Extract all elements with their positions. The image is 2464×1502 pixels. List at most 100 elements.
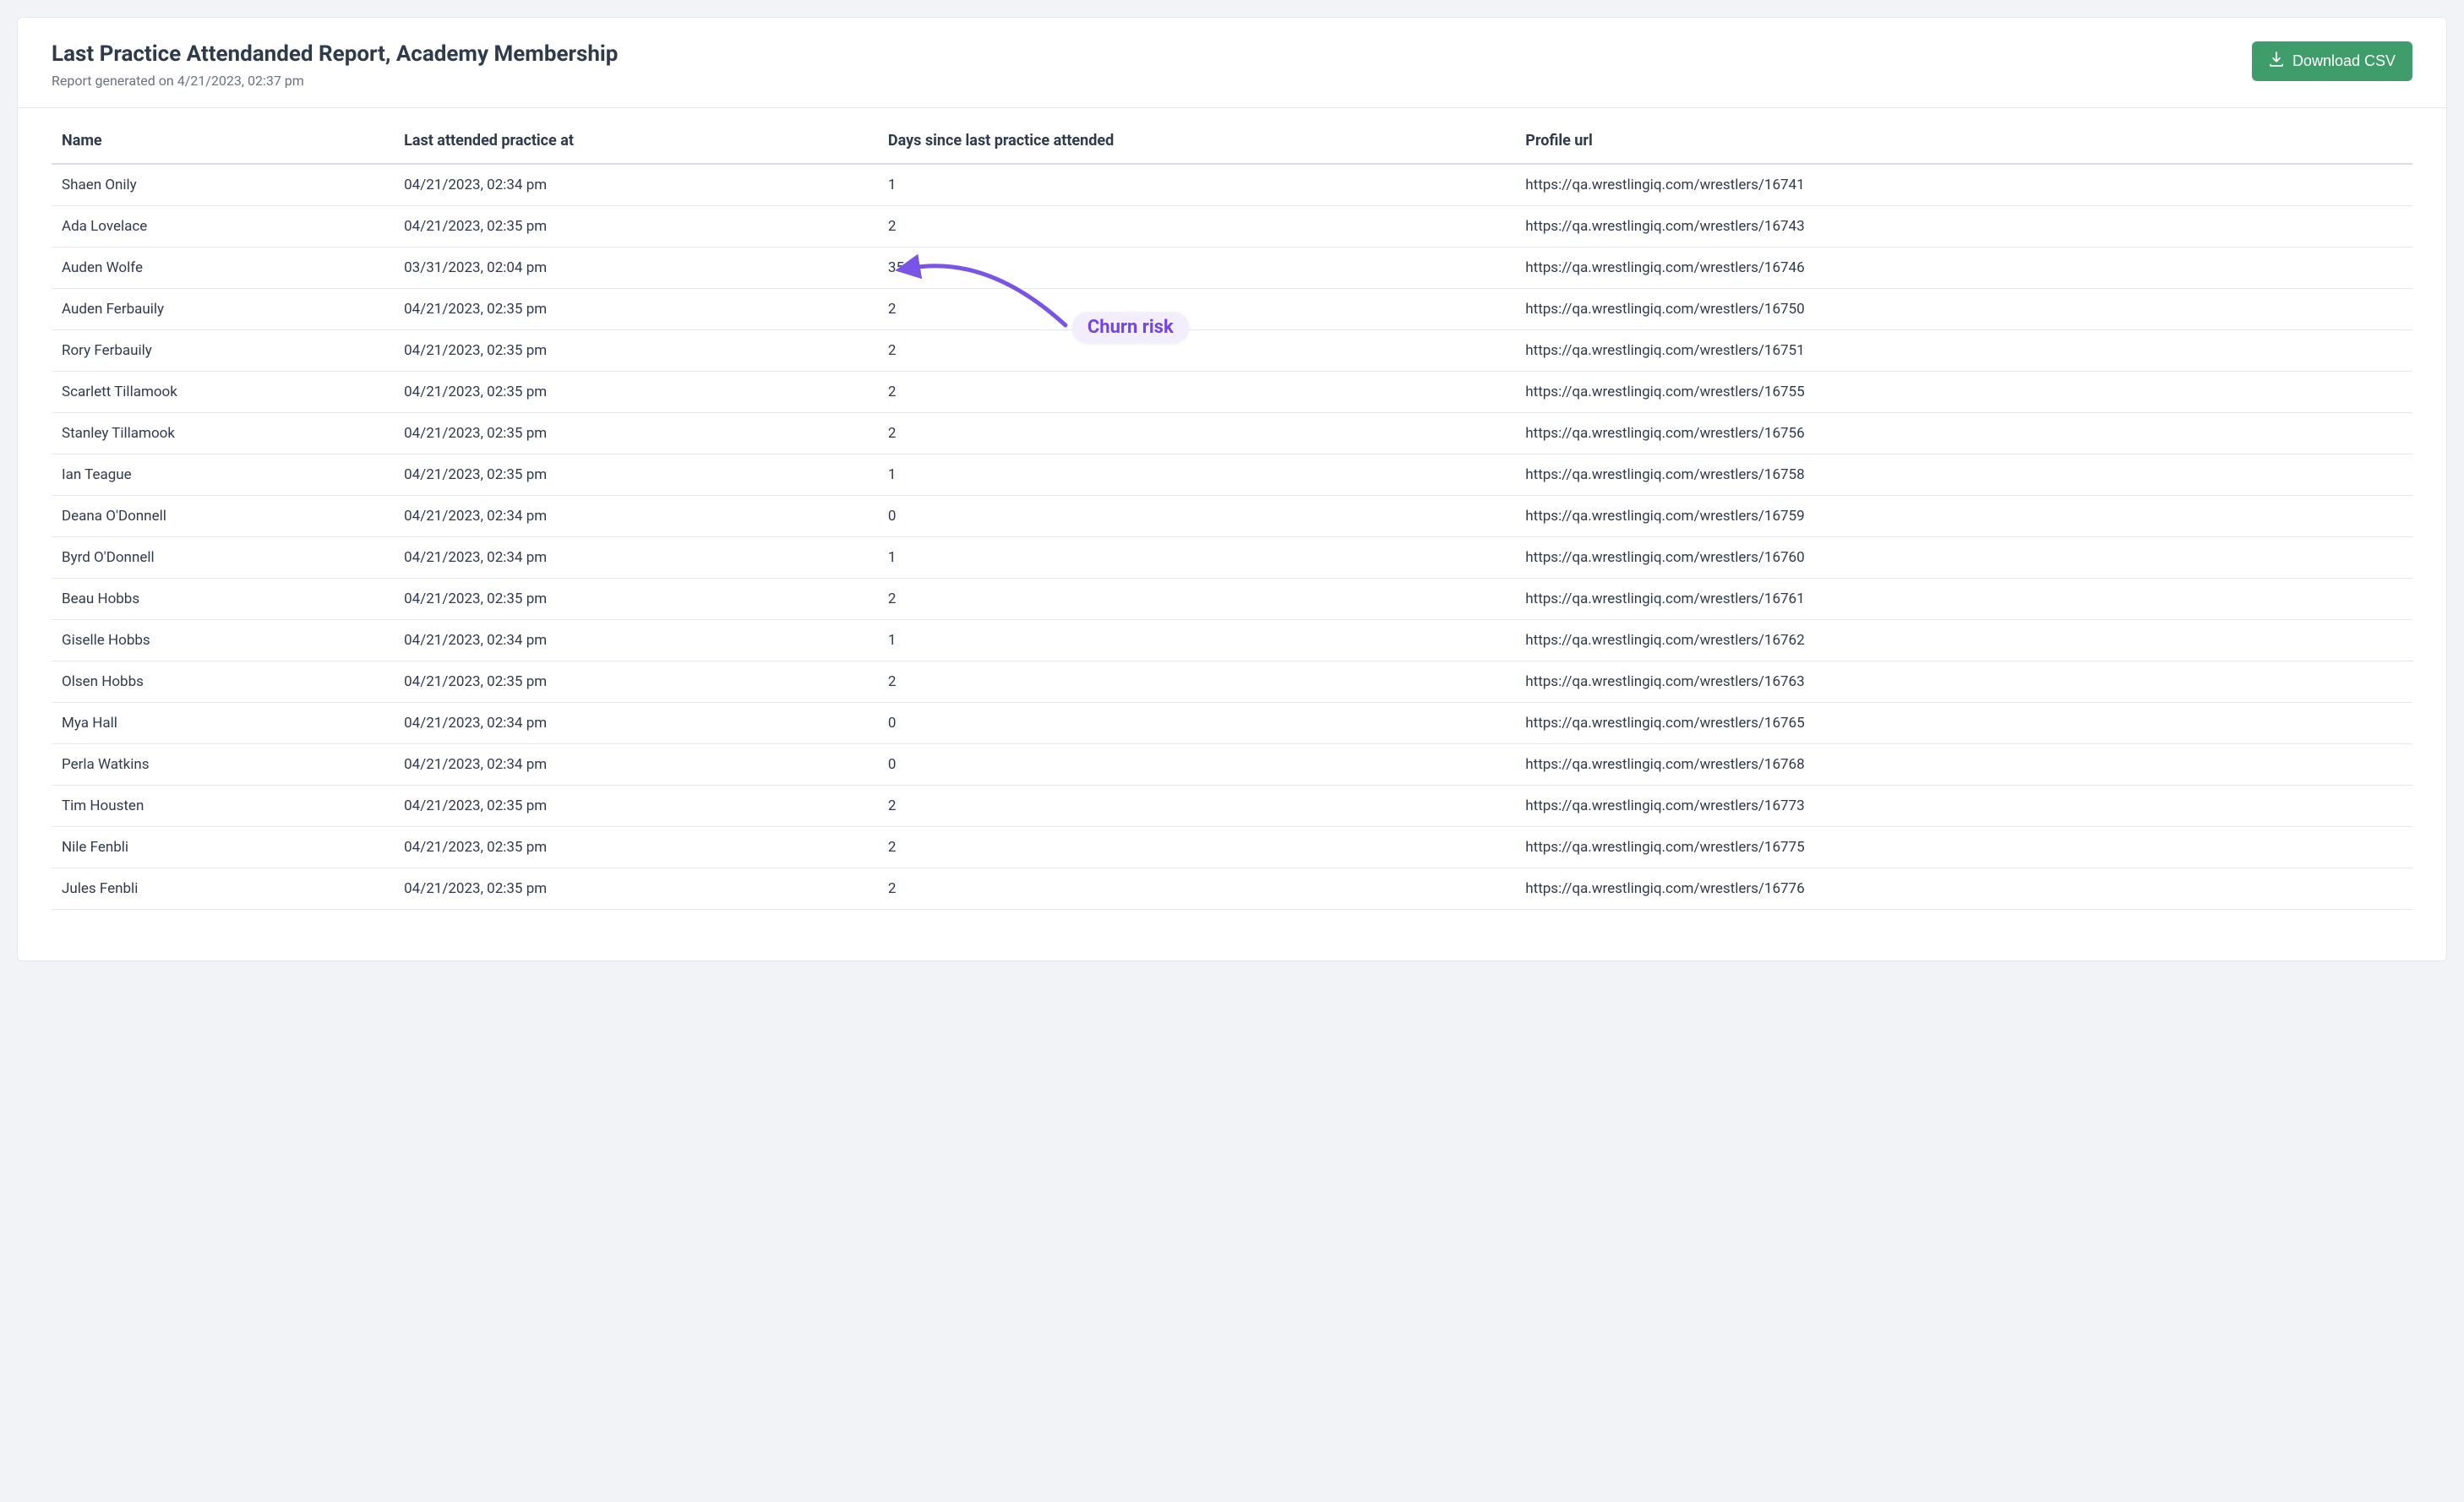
table-row[interactable]: Nile Fenbli04/21/2023, 02:35 pm2https://… [52, 827, 2412, 868]
cell-name: Rory Ferbauily [52, 330, 394, 372]
cell-days-since: 2 [878, 786, 1515, 827]
cell-name: Tim Housten [52, 786, 394, 827]
cell-days-since: 2 [878, 330, 1515, 372]
col-days-since[interactable]: Days since last practice attended [878, 108, 1515, 164]
cell-profile-url: https://qa.wrestlingiq.com/wrestlers/167… [1515, 537, 2412, 579]
header-text-block: Last Practice Attendanded Report, Academ… [52, 41, 618, 89]
page-title: Last Practice Attendanded Report, Academ… [52, 41, 618, 68]
cell-profile-url: https://qa.wrestlingiq.com/wrestlers/167… [1515, 661, 2412, 703]
cell-last-attended: 04/21/2023, 02:35 pm [394, 454, 878, 496]
col-profile-url[interactable]: Profile url [1515, 108, 2412, 164]
table-header-row: Name Last attended practice at Days sinc… [52, 108, 2412, 164]
table-row[interactable]: Rory Ferbauily04/21/2023, 02:35 pm2https… [52, 330, 2412, 372]
cell-days-since: 2 [878, 579, 1515, 620]
table-body: Shaen Onily04/21/2023, 02:34 pm1https://… [52, 164, 2412, 910]
cell-name: Byrd O'Donnell [52, 537, 394, 579]
cell-last-attended: 04/21/2023, 02:34 pm [394, 537, 878, 579]
cell-profile-url: https://qa.wrestlingiq.com/wrestlers/167… [1515, 248, 2412, 289]
cell-profile-url: https://qa.wrestlingiq.com/wrestlers/167… [1515, 454, 2412, 496]
cell-days-since: 0 [878, 496, 1515, 537]
cell-last-attended: 04/21/2023, 02:35 pm [394, 372, 878, 413]
cell-profile-url: https://qa.wrestlingiq.com/wrestlers/167… [1515, 206, 2412, 248]
cell-profile-url: https://qa.wrestlingiq.com/wrestlers/167… [1515, 330, 2412, 372]
table-row[interactable]: Stanley Tillamook04/21/2023, 02:35 pm2ht… [52, 413, 2412, 454]
cell-profile-url: https://qa.wrestlingiq.com/wrestlers/167… [1515, 413, 2412, 454]
panel-header: Last Practice Attendanded Report, Academ… [18, 18, 2446, 108]
table-row[interactable]: Scarlett Tillamook04/21/2023, 02:35 pm2h… [52, 372, 2412, 413]
cell-days-since: 0 [878, 744, 1515, 786]
table-row[interactable]: Mya Hall04/21/2023, 02:34 pm0https://qa.… [52, 703, 2412, 744]
cell-days-since: 2 [878, 661, 1515, 703]
cell-last-attended: 04/21/2023, 02:35 pm [394, 413, 878, 454]
table-row[interactable]: Deana O'Donnell04/21/2023, 02:34 pm0http… [52, 496, 2412, 537]
col-last-attended[interactable]: Last attended practice at [394, 108, 878, 164]
cell-name: Giselle Hobbs [52, 620, 394, 661]
table-row[interactable]: Tim Housten04/21/2023, 02:35 pm2https://… [52, 786, 2412, 827]
table-row[interactable]: Auden Wolfe03/31/2023, 02:04 pm35https:/… [52, 248, 2412, 289]
cell-days-since: 1 [878, 164, 1515, 206]
cell-days-since: 2 [878, 206, 1515, 248]
table-row[interactable]: Shaen Onily04/21/2023, 02:34 pm1https://… [52, 164, 2412, 206]
cell-days-since: 1 [878, 537, 1515, 579]
cell-last-attended: 04/21/2023, 02:35 pm [394, 289, 878, 330]
cell-last-attended: 04/21/2023, 02:34 pm [394, 496, 878, 537]
cell-days-since: 2 [878, 372, 1515, 413]
cell-profile-url: https://qa.wrestlingiq.com/wrestlers/167… [1515, 703, 2412, 744]
cell-last-attended: 04/21/2023, 02:35 pm [394, 206, 878, 248]
cell-name: Scarlett Tillamook [52, 372, 394, 413]
cell-days-since: 2 [878, 868, 1515, 910]
cell-last-attended: 04/21/2023, 02:34 pm [394, 164, 878, 206]
cell-name: Auden Wolfe [52, 248, 394, 289]
cell-profile-url: https://qa.wrestlingiq.com/wrestlers/167… [1515, 164, 2412, 206]
report-panel: Last Practice Attendanded Report, Academ… [17, 17, 2447, 961]
cell-last-attended: 04/21/2023, 02:35 pm [394, 330, 878, 372]
download-icon [2269, 52, 2284, 71]
table-row[interactable]: Olsen Hobbs04/21/2023, 02:35 pm2https://… [52, 661, 2412, 703]
table-row[interactable]: Ian Teague04/21/2023, 02:35 pm1https://q… [52, 454, 2412, 496]
cell-days-since: 0 [878, 703, 1515, 744]
cell-name: Nile Fenbli [52, 827, 394, 868]
cell-name: Stanley Tillamook [52, 413, 394, 454]
cell-days-since: 1 [878, 620, 1515, 661]
table-row[interactable]: Perla Watkins04/21/2023, 02:34 pm0https:… [52, 744, 2412, 786]
cell-last-attended: 04/21/2023, 02:35 pm [394, 827, 878, 868]
page-subtitle: Report generated on 4/21/2023, 02:37 pm [52, 73, 618, 89]
cell-profile-url: https://qa.wrestlingiq.com/wrestlers/167… [1515, 868, 2412, 910]
cell-profile-url: https://qa.wrestlingiq.com/wrestlers/167… [1515, 289, 2412, 330]
table-row[interactable]: Beau Hobbs04/21/2023, 02:35 pm2https://q… [52, 579, 2412, 620]
cell-name: Mya Hall [52, 703, 394, 744]
cell-name: Olsen Hobbs [52, 661, 394, 703]
cell-last-attended: 04/21/2023, 02:35 pm [394, 868, 878, 910]
attendance-table: Name Last attended practice at Days sinc… [52, 108, 2412, 910]
cell-name: Ian Teague [52, 454, 394, 496]
cell-name: Beau Hobbs [52, 579, 394, 620]
cell-last-attended: 04/21/2023, 02:35 pm [394, 661, 878, 703]
cell-name: Deana O'Donnell [52, 496, 394, 537]
cell-days-since: 35 [878, 248, 1515, 289]
table-row[interactable]: Giselle Hobbs04/21/2023, 02:34 pm1https:… [52, 620, 2412, 661]
cell-profile-url: https://qa.wrestlingiq.com/wrestlers/167… [1515, 372, 2412, 413]
table-row[interactable]: Auden Ferbauily04/21/2023, 02:35 pm2http… [52, 289, 2412, 330]
cell-profile-url: https://qa.wrestlingiq.com/wrestlers/167… [1515, 579, 2412, 620]
cell-days-since: 2 [878, 827, 1515, 868]
cell-last-attended: 04/21/2023, 02:34 pm [394, 620, 878, 661]
table-row[interactable]: Ada Lovelace04/21/2023, 02:35 pm2https:/… [52, 206, 2412, 248]
cell-last-attended: 04/21/2023, 02:34 pm [394, 703, 878, 744]
cell-name: Shaen Onily [52, 164, 394, 206]
cell-last-attended: 04/21/2023, 02:35 pm [394, 579, 878, 620]
cell-profile-url: https://qa.wrestlingiq.com/wrestlers/167… [1515, 620, 2412, 661]
cell-profile-url: https://qa.wrestlingiq.com/wrestlers/167… [1515, 827, 2412, 868]
col-name[interactable]: Name [52, 108, 394, 164]
cell-name: Auden Ferbauily [52, 289, 394, 330]
download-csv-button[interactable]: Download CSV [2252, 41, 2412, 81]
cell-name: Ada Lovelace [52, 206, 394, 248]
cell-last-attended: 04/21/2023, 02:35 pm [394, 786, 878, 827]
cell-days-since: 1 [878, 454, 1515, 496]
cell-name: Jules Fenbli [52, 868, 394, 910]
cell-days-since: 2 [878, 413, 1515, 454]
cell-name: Perla Watkins [52, 744, 394, 786]
download-csv-label: Download CSV [2292, 52, 2396, 70]
table-row[interactable]: Byrd O'Donnell04/21/2023, 02:34 pm1https… [52, 537, 2412, 579]
table-row[interactable]: Jules Fenbli04/21/2023, 02:35 pm2https:/… [52, 868, 2412, 910]
cell-profile-url: https://qa.wrestlingiq.com/wrestlers/167… [1515, 744, 2412, 786]
